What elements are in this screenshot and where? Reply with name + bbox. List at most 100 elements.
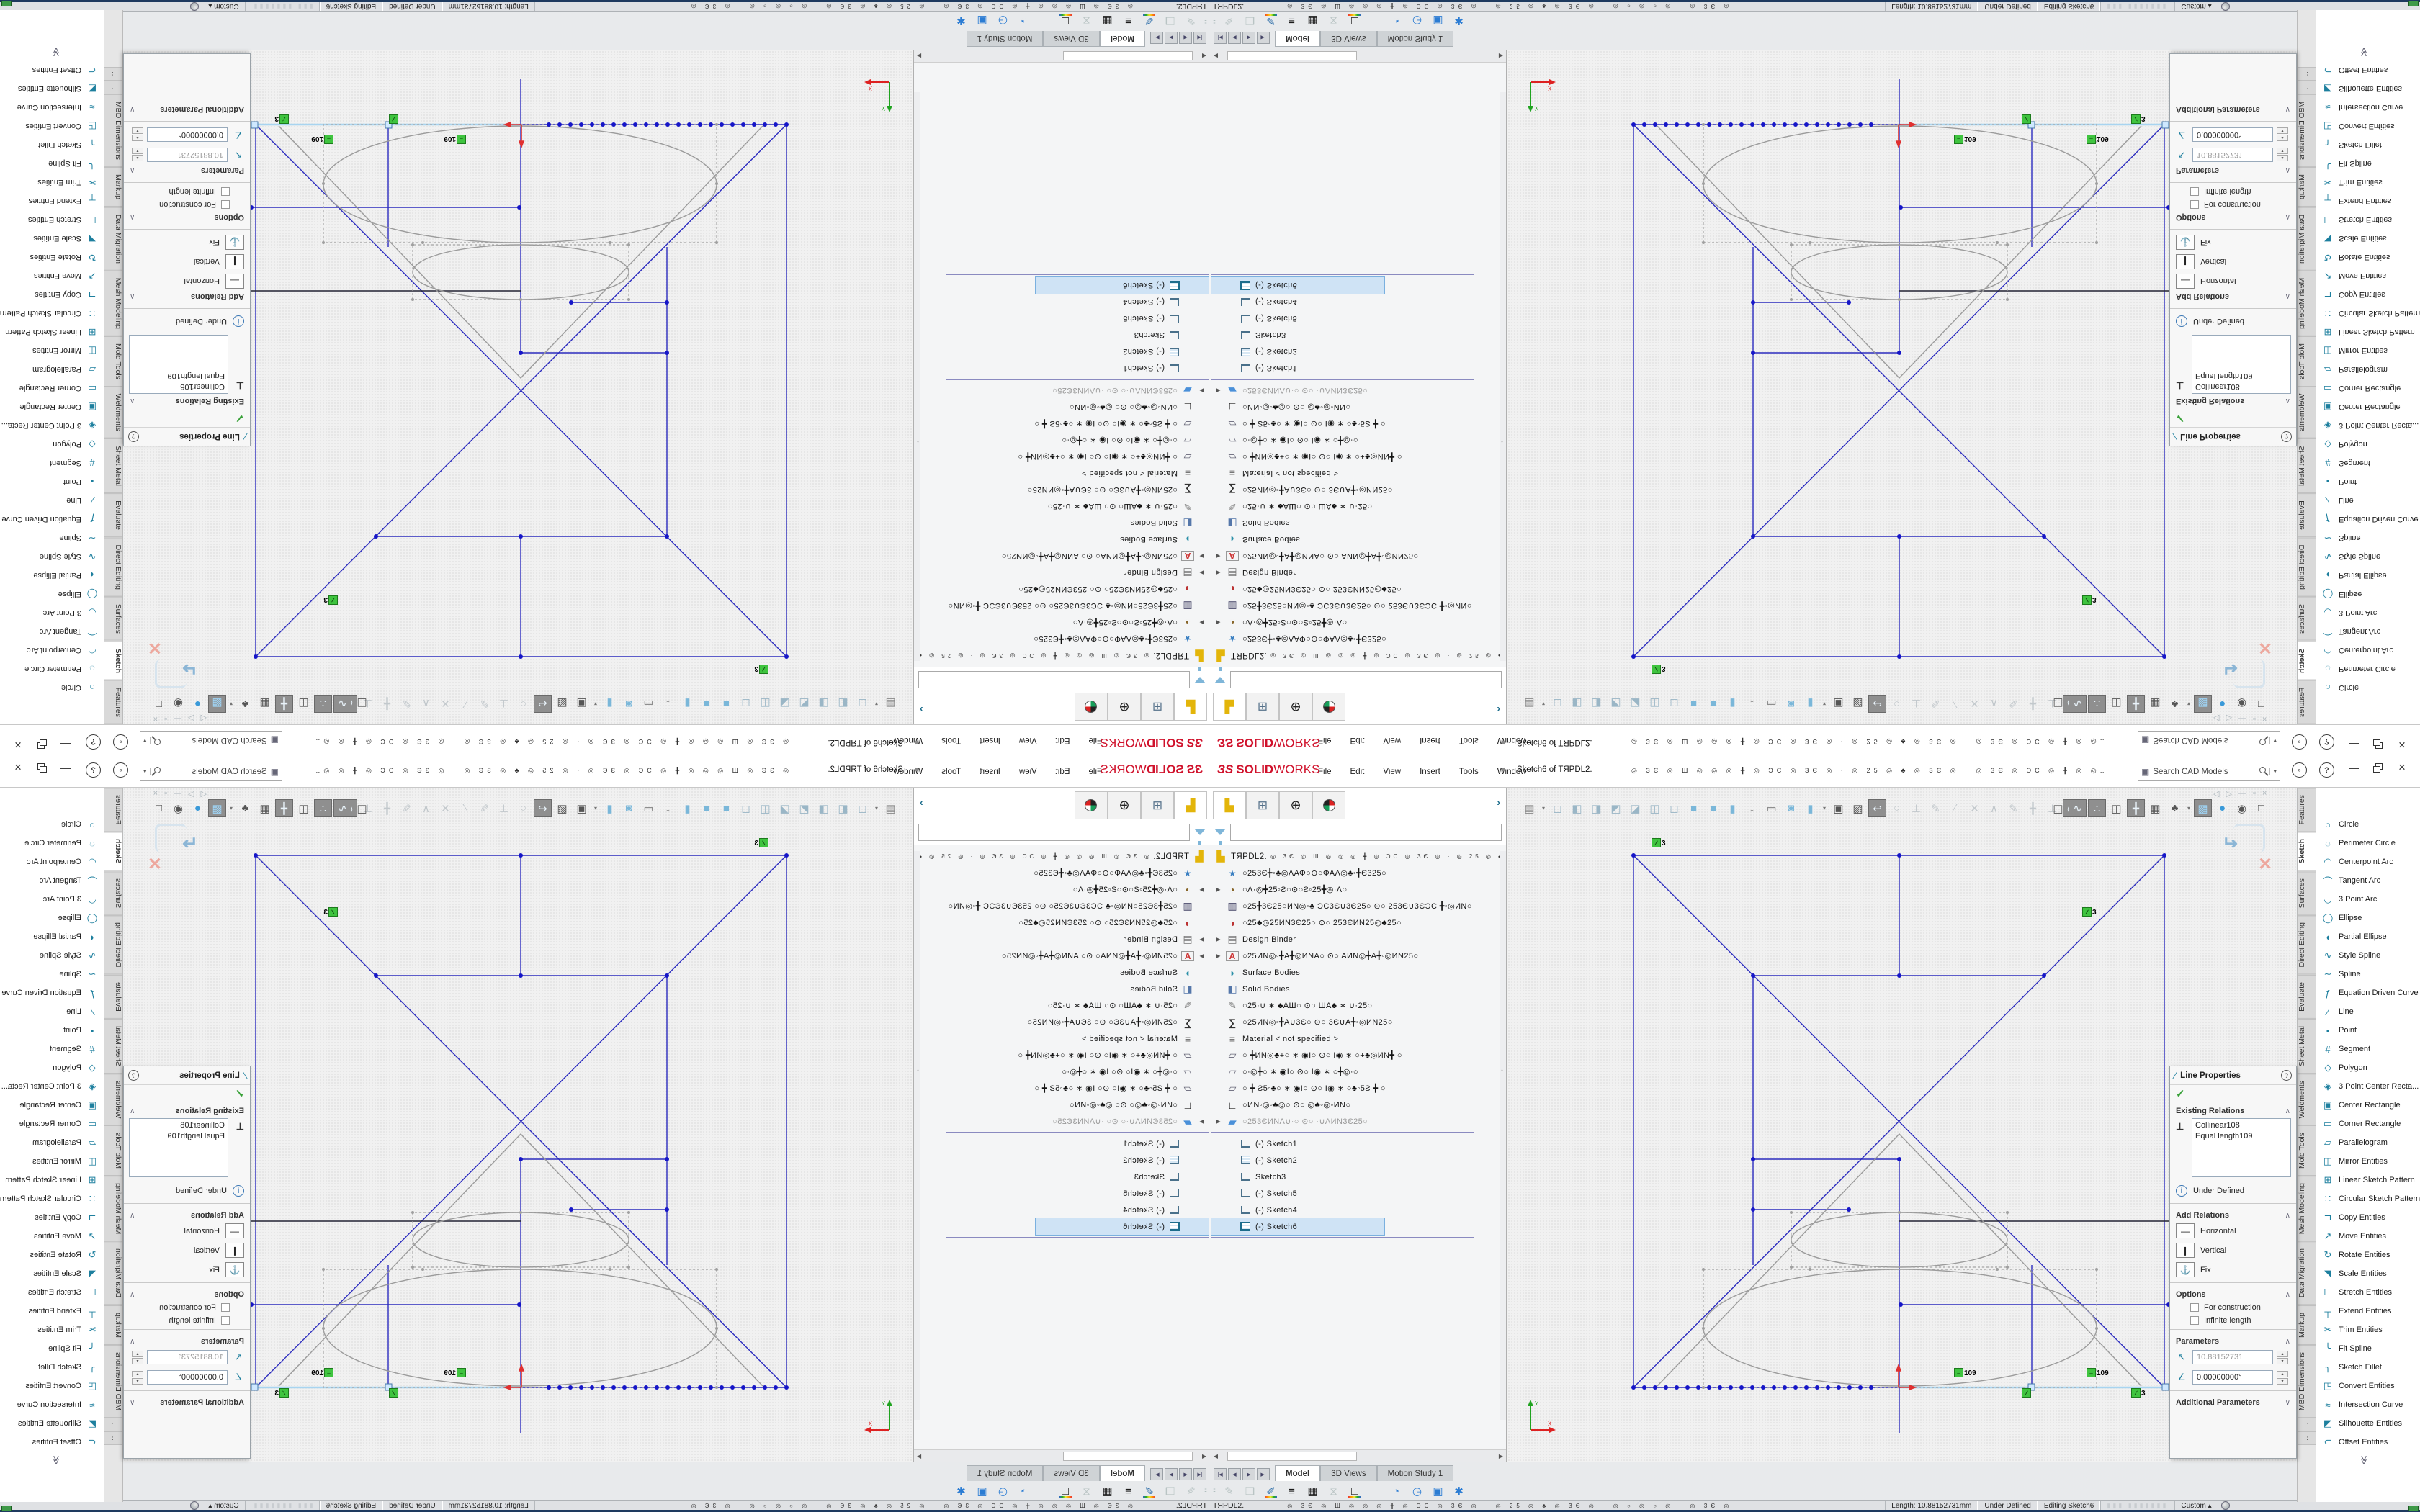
sketch-tool-item[interactable]: ◥ Scale Entities <box>0 229 104 248</box>
tree-row[interactable]: ✎ ○25·∪ ∗ ♣ΑШ○ ⊙○ ШΑ♣ ∗ ∪·25○ <box>914 498 1209 515</box>
angle-field[interactable]: 0.00000000° <box>2192 127 2273 142</box>
relations-listbox[interactable]: Collinear108Equal length109 <box>2192 1118 2291 1177</box>
view-orientation-icon[interactable]: ╋ <box>2024 799 2042 817</box>
tree-row[interactable]: ▥ ○25╋3Є25○ИN◎◦♣ ƆС3Є∪3Є25○ ⊙○ 253Є∪3ЄƆС… <box>914 898 1209 914</box>
sketch-tool-item[interactable]: ≈ Intersection Curve <box>2316 98 2420 117</box>
sketch-tool-item[interactable]: ▪ Point <box>2316 1021 2420 1040</box>
exit-sketch-icon[interactable]: ↵ <box>182 832 198 855</box>
tab-nav-button[interactable]: |◀ <box>1214 1468 1227 1480</box>
view-orientation-icon[interactable]: ◫ <box>756 695 774 713</box>
tree-row[interactable]: (-) Sketch5 <box>1211 310 1506 327</box>
tree-row[interactable]: ▶ ▤ Design Binder <box>1211 931 1506 948</box>
sketch-tool-item[interactable]: ◳ Convert Entities <box>0 1377 104 1395</box>
expander-icon[interactable]: ▶ <box>1198 619 1206 626</box>
collapse-icon[interactable]: ∧ <box>130 167 135 175</box>
display-setting-icon[interactable]: ∴ <box>314 799 332 817</box>
tab-displaymanager[interactable] <box>1075 693 1108 721</box>
view-orientation-icon[interactable]: ✕ <box>436 799 454 817</box>
lower-toolbar-icon[interactable]: ≡ <box>1119 13 1137 30</box>
sketch-tool-item[interactable]: ▱ Parallelogram <box>2316 360 2420 379</box>
add-relation-button[interactable]: ⚓ Fix <box>2170 1260 2296 1279</box>
expander-icon[interactable]: ▶ <box>1198 936 1206 942</box>
view-orientation-icon[interactable]: ◙ <box>1782 695 1800 713</box>
close-button[interactable]: × <box>2398 760 2406 775</box>
sketch-tool-item[interactable]: ◥ Scale Entities <box>2316 1264 2420 1283</box>
search-box[interactable]: ▣ Search CAD Models ▾ <box>2138 762 2280 781</box>
view-orientation-icon[interactable]: ◫ <box>1646 695 1664 713</box>
globe-icon[interactable] <box>2221 2 2230 11</box>
doc-window-control-icon[interactable]: — <box>2238 714 2246 723</box>
lower-toolbar-icon[interactable]: ❏ <box>1161 13 1179 30</box>
display-setting-icon[interactable]: ∿ <box>2069 695 2087 713</box>
view-orientation-icon[interactable]: ◻ <box>853 799 871 817</box>
view-orientation-icon[interactable]: ▮ <box>678 799 696 817</box>
tab-nav-button[interactable]: ▶| <box>1257 1468 1270 1480</box>
sketch-relation-badge[interactable]: = 109 <box>311 135 333 144</box>
sketch-relation-badge[interactable]: ∕ 3 <box>274 114 289 124</box>
tree-row[interactable]: ▱ ○ ╋ Ƨ5◦♣○ ∗ ◉Ι○ ⊙○ Ι◉ ∗ ○♣◦5Ƨ ╋ ○ <box>1211 1080 1506 1097</box>
view-orientation-icon[interactable]: ▣ <box>573 799 591 817</box>
commandmanager-tab[interactable]: Surfaces <box>2298 597 2316 641</box>
sketch-tool-item[interactable]: ┬ Extend Entities <box>2316 1302 2420 1320</box>
collapse-icon[interactable]: ∧ <box>2285 167 2290 175</box>
sketch-tool-item[interactable]: ↗ Move Entities <box>2316 1227 2420 1246</box>
lower-toolbar-icon[interactable]: ∟ <box>1345 13 1363 30</box>
lower-toolbar-icon[interactable]: ❏ <box>1241 13 1259 30</box>
sketch-tool-item[interactable]: ◫ Mirror Entities <box>0 1152 104 1171</box>
display-setting-icon[interactable]: ● <box>189 799 207 817</box>
tree-row[interactable]: ◗ Surface Bodies <box>914 531 1209 548</box>
tree-row[interactable]: (-) Sketch1 <box>1211 360 1506 377</box>
view-orientation-icon[interactable]: ◩ <box>795 799 813 817</box>
sketch-tool-item[interactable]: ┬ Extend Entities <box>0 1302 104 1320</box>
sketch-tool-item[interactable]: ○ Circle <box>0 815 104 834</box>
commandmanager-tab[interactable]: Sheet Metal <box>2298 438 2316 493</box>
length-field[interactable]: 10.88152731 <box>147 1350 228 1364</box>
commandmanager-tab[interactable]: Mold Tools <box>104 1125 122 1176</box>
commandmanager-tab[interactable]: Sheet Metal <box>104 1019 122 1074</box>
view-orientation-icon[interactable]: ◻ <box>853 695 871 713</box>
relations-listbox[interactable]: Collinear108Equal length109 <box>129 335 228 394</box>
tree-vertical-scrollbar[interactable] <box>1500 92 1506 661</box>
sketch-tool-item[interactable]: ∷ Circular Sketch Pattern <box>0 1189 104 1208</box>
lower-toolbar-icon[interactable]: ∟ <box>1057 13 1075 30</box>
commandmanager-tab[interactable]: Mesh Modeling <box>104 1176 122 1241</box>
menu-item[interactable]: Tools <box>1459 736 1479 744</box>
help-icon[interactable]: ? <box>86 734 101 750</box>
view-orientation-icon[interactable]: ◧ <box>1568 799 1586 817</box>
sketch-tool-item[interactable]: ◫ Mirror Entities <box>2316 341 2420 360</box>
tree-row[interactable]: ∑ ○25ИN◎◦╋Α∪3Є○ ⊙○ 3Є∪Α╋◦◎ИN25○ <box>1211 1014 1506 1030</box>
tree-row[interactable]: ∑ ○25ИN◎◦╋Α∪3Є○ ⊙○ 3Є∪Α╋◦◎ИN25○ <box>1211 482 1506 498</box>
minimize-button[interactable]: — <box>2349 762 2360 773</box>
lower-toolbar-icon[interactable]: ▣ <box>1429 13 1447 30</box>
sketch-tool-item[interactable]: ┬ Extend Entities <box>0 192 104 210</box>
menu-item[interactable]: Tools <box>1459 768 1479 776</box>
commandmanager-tab[interactable]: Features <box>2298 788 2316 832</box>
menu-item[interactable]: Insert <box>980 768 1000 776</box>
view-orientation-icon[interactable]: ■ <box>717 799 735 817</box>
view-orientation-icon[interactable]: ◨ <box>1587 695 1605 713</box>
tree-row[interactable]: ∟ ○ИN◦◎◦♣◎○ ⊙○ ◎♣◦◎◦ИN○ <box>914 399 1209 415</box>
lower-toolbar-icon[interactable]: ◷ <box>994 13 1012 30</box>
add-relation-button[interactable]: ❙ Vertical <box>124 1241 250 1260</box>
sketch-relation-badge[interactable]: = 109 <box>1954 1368 1976 1377</box>
menu-item[interactable]: File <box>1318 736 1332 744</box>
tree-row[interactable]: ∑ ○25ИN◎◦╋Α∪3Є○ ⊙○ 3Є∪Α╋◦◎ИN25○ <box>914 482 1209 498</box>
lower-toolbar-icon[interactable]: ∟ <box>1345 1483 1363 1500</box>
doc-window-control-icon[interactable]: ▫ <box>164 789 167 798</box>
sketch-tool-item[interactable]: ƒ Equation Driven Curve <box>0 984 104 1002</box>
sketch-tool-item[interactable]: ⊐ Copy Entities <box>0 1208 104 1227</box>
menu-item[interactable]: File <box>1088 768 1102 776</box>
view-orientation-icon[interactable]: ↓ <box>1743 799 1761 817</box>
lower-toolbar-icon[interactable]: ⧖ <box>1325 1483 1343 1500</box>
lower-toolbar-icon[interactable]: ⧖ <box>1077 13 1095 30</box>
display-setting-icon[interactable]: ▦ <box>256 799 274 817</box>
sketch-tool-item[interactable]: ⊐ Copy Entities <box>0 285 104 304</box>
sketch-tool-item[interactable]: ◠ Centerpoint Arc <box>0 852 104 871</box>
lower-toolbar-icon[interactable]: ✎ <box>1220 13 1238 30</box>
tab-nav-button[interactable]: ▶ <box>1242 32 1255 44</box>
tree-horizontal-scrollbar[interactable]: ◀ ▶ <box>1210 50 1507 63</box>
search-icon[interactable] <box>2259 767 2266 773</box>
length-spinner[interactable]: ▴▾ <box>2277 148 2288 162</box>
doc-window-control-icon[interactable]: ◁ <box>201 789 207 798</box>
tree-row[interactable]: ★ ○253Є╋◦♣◎ΛΑΦ○⊙○ΦΑΛ◎♣◦╋Є325○ <box>1211 865 1506 881</box>
